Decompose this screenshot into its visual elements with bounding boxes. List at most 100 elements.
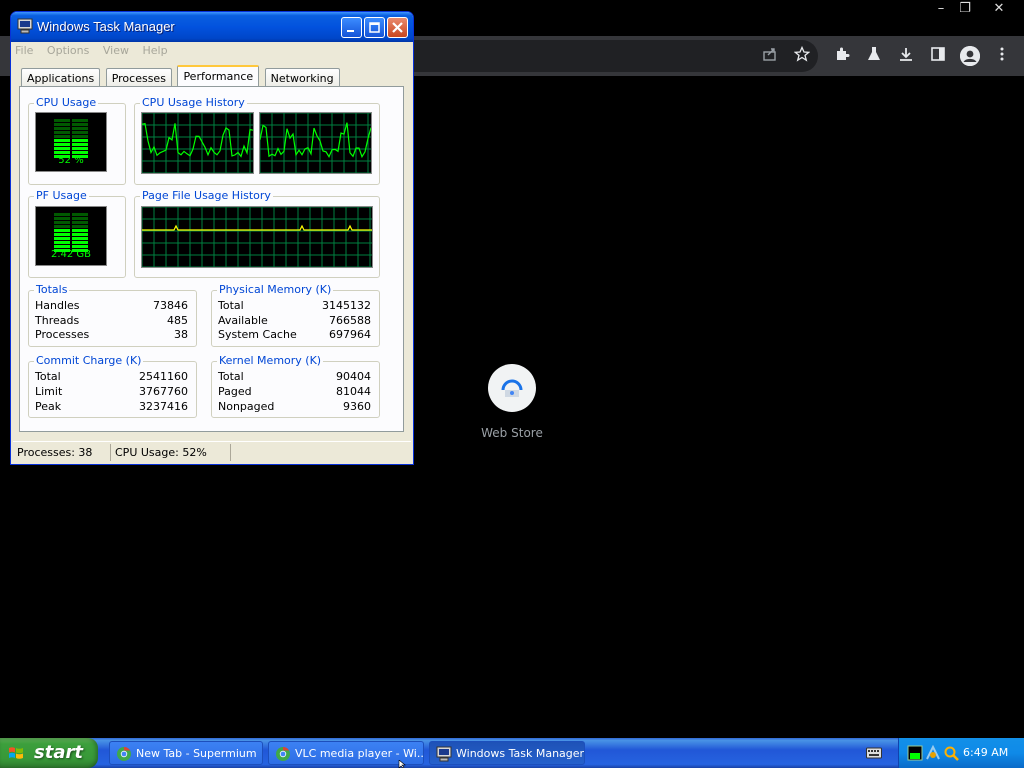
- network-icon[interactable]: [925, 745, 941, 761]
- tab-strip: Applications Processes Performance Netwo…: [21, 65, 342, 88]
- cpu-history-label: CPU Usage History: [140, 96, 247, 109]
- pf-meter-segment: [72, 245, 88, 248]
- pf-history-group: Page File Usage History: [134, 189, 380, 278]
- clock: 6:49 AM: [963, 746, 1009, 759]
- search-icon[interactable]: [943, 745, 959, 761]
- pf-meter-segment: [54, 225, 70, 228]
- status-processes: Processes: 38: [15, 444, 111, 461]
- menu-bar: File Options View Help: [15, 42, 178, 60]
- pf-meter-bars: [54, 213, 88, 252]
- vlc-icon: [276, 746, 290, 761]
- chrome-icon: [117, 746, 131, 761]
- shortcut-label: Web Store: [481, 426, 543, 440]
- cpu-meter-segment: [72, 139, 88, 142]
- status-cpu-usage: CPU Usage: 52%: [113, 444, 231, 461]
- keyboard-icon[interactable]: [866, 746, 882, 760]
- cpu-meter-segment: [54, 119, 70, 122]
- commit-charge-row: Total 2541160: [35, 370, 188, 383]
- browser-close-button[interactable]: ✕: [984, 0, 1014, 18]
- pf-meter-segment: [72, 233, 88, 236]
- menu-options[interactable]: Options: [47, 42, 89, 60]
- tab-processes[interactable]: Processes: [105, 68, 172, 88]
- sidepanel-icon[interactable]: [928, 46, 948, 66]
- pf-usage-label: PF Usage: [34, 189, 89, 202]
- tab-applications[interactable]: Applications: [21, 68, 101, 88]
- cpu-history-group: CPU Usage History: [134, 96, 380, 185]
- menu-view[interactable]: View: [103, 42, 129, 60]
- cpu-meter-segment: [54, 131, 70, 134]
- pf-meter-segment: [54, 229, 70, 232]
- cpu-meter-segment: [54, 135, 70, 138]
- pf-usage-value: 2.42 GB: [50, 249, 92, 260]
- status-bar: Processes: 38 CPU Usage: 52%: [13, 441, 411, 463]
- minimize-button[interactable]: [341, 17, 362, 38]
- flask-icon[interactable]: [864, 46, 884, 66]
- windows-flag-icon: [9, 747, 23, 759]
- browser-restore-button[interactable]: ❐: [950, 0, 980, 18]
- cpu-meter-segment: [54, 147, 70, 150]
- taskbar: start New Tab - Supermium VLC media play…: [0, 738, 1024, 768]
- cpu-meter-segment: [72, 131, 88, 134]
- cpu-meter-bars: [54, 119, 88, 158]
- cpu-usage-group: CPU Usage 52 %: [28, 96, 126, 185]
- download-icon[interactable]: [896, 46, 916, 66]
- commit-charge-row: Limit 3767760: [35, 385, 188, 398]
- close-button[interactable]: [387, 17, 408, 38]
- performance-panel: CPU Usage 52 % CPU Usage History PF Usag…: [19, 86, 404, 432]
- extensions-icon[interactable]: [832, 46, 852, 66]
- totals-row: Threads 485: [35, 314, 188, 327]
- cpu-usage-meter: 52 %: [35, 112, 107, 172]
- menu-icon[interactable]: [992, 46, 1012, 66]
- address-bar[interactable]: [414, 40, 818, 72]
- menu-file[interactable]: File: [15, 42, 33, 60]
- pf-meter-segment: [72, 225, 88, 228]
- pf-history-graph: [141, 206, 373, 268]
- pf-meter-segment: [54, 233, 70, 236]
- star-icon[interactable]: [792, 45, 812, 66]
- cpu-meter-segment: [72, 135, 88, 138]
- cpu-meter-segment: [72, 143, 88, 146]
- totals-label: Totals: [34, 283, 70, 296]
- start-button[interactable]: start: [0, 738, 98, 768]
- title-bar[interactable]: Windows Task Manager: [11, 12, 413, 42]
- commit-charge-group: Commit Charge (K) Total 2541160 Limit 3767…: [28, 354, 197, 418]
- menu-help[interactable]: Help: [142, 42, 167, 60]
- cpu-history-graph-2: [259, 112, 372, 174]
- commit-charge-label: Commit Charge (K): [34, 354, 144, 367]
- cpu-usage-label: CPU Usage: [34, 96, 99, 109]
- taskbar-button-label: Windows Task Manager: [456, 747, 585, 760]
- taskbar-button-new-tab[interactable]: New Tab - Supermium: [109, 741, 263, 765]
- cpu-meter-segment: [54, 151, 70, 154]
- cpu-meter-segment: [72, 123, 88, 126]
- pf-usage-group: PF Usage 2.42 GB: [28, 189, 126, 278]
- cpu-meter-segment: [72, 119, 88, 122]
- kernel-memory-row: Nonpaged 9360: [218, 400, 371, 413]
- pf-usage-meter: 2.42 GB: [35, 206, 107, 266]
- shortcut-web-store[interactable]: Web Store: [472, 364, 552, 440]
- tab-performance[interactable]: Performance: [177, 65, 260, 88]
- taskmanager-tray-icon[interactable]: [907, 745, 923, 761]
- physical-memory-row: Available 766588: [218, 314, 371, 327]
- pf-meter-segment: [72, 241, 88, 244]
- taskbar-button-label: VLC media player - Wi...: [295, 747, 424, 760]
- cpu-usage-value: 52 %: [58, 155, 84, 166]
- taskmanager-icon: [436, 746, 452, 762]
- taskbar-button-task-manager[interactable]: Windows Task Manager: [429, 741, 585, 765]
- cpu-meter-segment: [54, 139, 70, 142]
- pf-meter-segment: [72, 217, 88, 220]
- tab-networking[interactable]: Networking: [264, 68, 340, 88]
- cpu-meter-segment: [54, 123, 70, 126]
- kernel-memory-group: Kernel Memory (K) Total 90404 Paged 81044 …: [211, 354, 380, 418]
- share-icon[interactable]: [760, 46, 780, 66]
- pf-meter-segment: [72, 213, 88, 216]
- cpu-meter-segment: [72, 147, 88, 150]
- pf-meter-segment: [72, 237, 88, 240]
- kernel-memory-row: Total 90404: [218, 370, 371, 383]
- profile-icon[interactable]: [960, 46, 980, 66]
- cpu-meter-segment: [72, 151, 88, 154]
- physical-memory-row: System Cache 697964: [218, 328, 371, 341]
- maximize-button[interactable]: [364, 17, 385, 38]
- pf-meter-segment: [54, 213, 70, 216]
- cpu-history-trace: [141, 122, 254, 158]
- pf-meter-segment: [72, 221, 88, 224]
